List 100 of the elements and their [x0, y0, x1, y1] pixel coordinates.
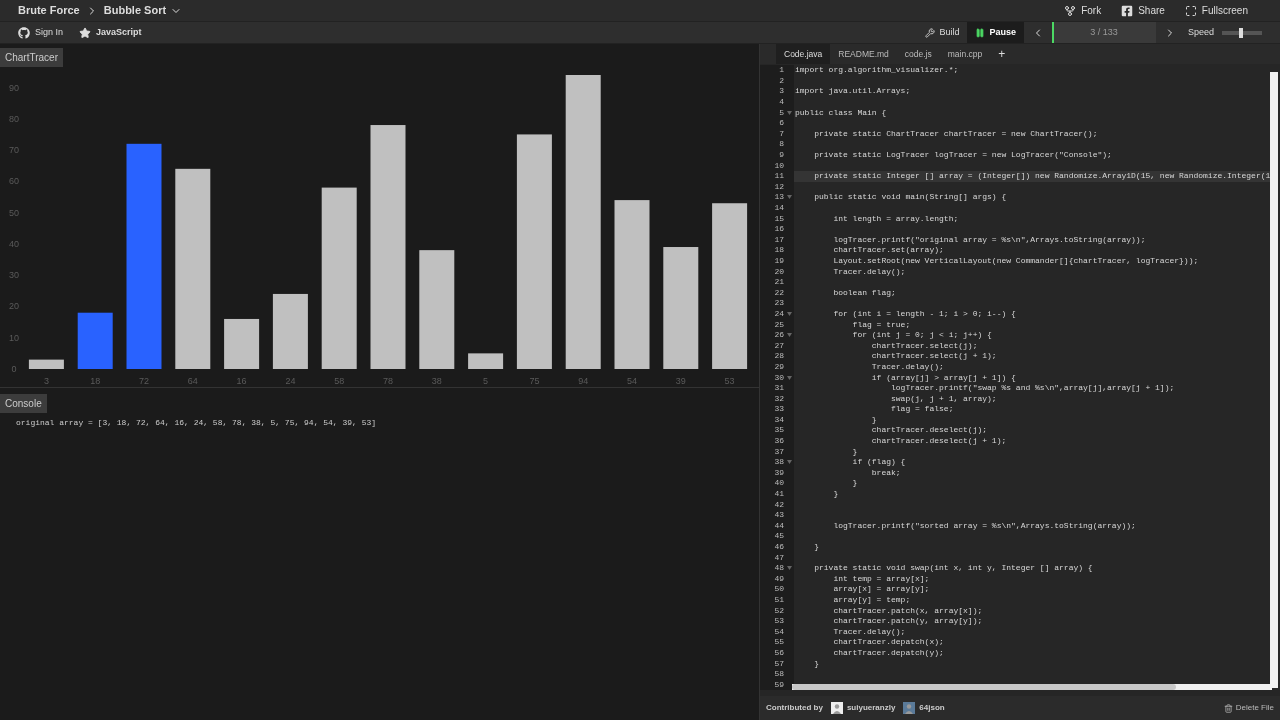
add-tab-button[interactable]: +	[990, 44, 1014, 64]
line-number: 56	[773, 646, 784, 659]
contributed-label: Contributed by	[766, 702, 823, 714]
code-line: chartTracer.select(j + 1);	[870, 350, 997, 363]
line-number: 37	[773, 445, 784, 458]
header-action-button[interactable]: Fullscreen	[1184, 3, 1248, 18]
contributor-link[interactable]: suiyueranzly	[830, 702, 896, 714]
line-number: 14	[773, 202, 784, 214]
code-line: logTracer.printf("original array = %s\n",Arrays.toString(array));	[832, 233, 1146, 246]
file-tab[interactable]: main.cpp	[939, 44, 991, 64]
fold-caret-icon[interactable]	[786, 566, 792, 571]
line-number: 31	[773, 382, 784, 395]
line-number: 25	[773, 318, 784, 331]
build-button[interactable]: Build	[917, 22, 968, 43]
line-number: 21	[773, 276, 784, 289]
line-number: 34	[773, 413, 784, 426]
code-line: }	[813, 657, 819, 670]
console-line: original array = [3, 18, 72, 64, 16, 24, 58, 78, 38, 5, 75, 94, 54, 39, 53]	[16, 417, 378, 429]
line-number: 24	[773, 307, 784, 320]
fold-caret-icon[interactable]	[786, 333, 792, 338]
x-tick-label: 5	[483, 376, 489, 386]
line-number: 47	[773, 551, 784, 564]
line-number: 40	[773, 477, 784, 490]
line-number: 13	[773, 191, 784, 204]
code-line: public static void main(String[] args) {	[813, 191, 1007, 204]
line-number: 2	[778, 74, 784, 87]
header-action-button[interactable]: Fork	[1064, 3, 1102, 18]
line-number: 6	[778, 117, 784, 130]
horizontal-scrollbar[interactable]	[792, 684, 1272, 690]
code-line: array[y] = temp;	[832, 594, 911, 606]
line-number: 5	[778, 106, 784, 119]
progress-label: 3 / 133	[1090, 25, 1118, 39]
pause-button[interactable]: Pause	[967, 22, 1024, 43]
panel-title: Console	[0, 394, 47, 413]
code-line: boolean flag;	[832, 286, 896, 299]
x-tick-label: 58	[334, 376, 345, 386]
line-number: 28	[773, 350, 784, 363]
code-line: chartTracer.set(array);	[832, 244, 944, 257]
star-icon	[79, 26, 92, 39]
code-line: chartTracer.patch(x, array[x]);	[832, 604, 983, 617]
line-number: 22	[773, 286, 784, 299]
line-number: 58	[773, 668, 784, 681]
code-line: chartTracer.deselect(j + 1);	[870, 435, 1007, 448]
fold-caret-icon[interactable]	[786, 195, 792, 200]
code-line: flag = false;	[890, 403, 954, 416]
line-number: 7	[778, 127, 784, 140]
code-line: private static LogTracer logTracer = new LogTracer("Console");	[813, 149, 1112, 162]
code-line: private static ChartTracer chartTracer = new ChartTracer();	[813, 127, 1098, 140]
progress-track[interactable]: 3 / 133	[1051, 22, 1156, 43]
code-line: private static void swap(int x, int y, Integer [] array) {	[813, 562, 1093, 575]
line-number: 59	[773, 678, 784, 691]
line-number: 18	[773, 244, 784, 257]
facebook-icon	[1121, 4, 1134, 17]
toolbar-button[interactable]: JavaScript	[79, 25, 142, 40]
breadcrumb-item[interactable]: Brute Force	[18, 2, 80, 19]
x-tick-label: 24	[285, 376, 296, 386]
x-tick-label: 75	[529, 376, 540, 386]
code-line: for (int j = 0; j < i; j++) {	[851, 329, 992, 342]
code-line: array[x] = array[y];	[832, 583, 930, 596]
file-tab[interactable]: code.js	[896, 44, 940, 64]
contributor-link[interactable]: 64json	[903, 702, 945, 714]
breadcrumb-item[interactable]: Bubble Sort	[103, 2, 167, 19]
slider-thumb[interactable]	[1239, 27, 1244, 38]
code-line: logTracer.printf("sorted array = %s\n",Arrays.toString(array));	[832, 519, 1136, 532]
line-number: 36	[773, 435, 784, 448]
fold-caret-icon[interactable]	[786, 460, 792, 465]
line-number: 8	[778, 138, 784, 151]
x-tick-label: 94	[578, 376, 589, 386]
line-number: 26	[773, 329, 784, 342]
header-action-button[interactable]: Share	[1121, 3, 1165, 18]
line-number: 41	[773, 488, 784, 501]
panel-title: ChartTracer	[0, 48, 63, 67]
line-number: 1	[778, 64, 784, 77]
code-line: Tracer.delay();	[832, 265, 906, 278]
line-number: 11	[773, 170, 784, 183]
line-number: 29	[773, 360, 784, 373]
line-number: 30	[773, 371, 784, 384]
fold-caret-icon[interactable]	[786, 375, 792, 380]
toolbar-button[interactable]: Sign In	[18, 25, 64, 40]
code-line: chartTracer.patch(y, array[y]);	[832, 615, 983, 628]
fold-caret-icon[interactable]	[786, 110, 792, 115]
file-tab[interactable]: Code.java	[776, 44, 831, 64]
code-line: chartTracer.depatch(x);	[832, 636, 944, 649]
line-number: 20	[773, 265, 784, 278]
vertical-scrollbar[interactable]	[1270, 72, 1278, 688]
line-number: 54	[773, 625, 784, 638]
file-tab[interactable]: README.md	[830, 44, 897, 64]
code-line: chartTracer.select(j);	[870, 339, 978, 352]
fold-caret-icon[interactable]	[786, 311, 792, 316]
code-line: }	[851, 445, 858, 458]
line-number: 27	[773, 339, 784, 352]
pause-icon	[975, 27, 986, 38]
code-line: flag = true;	[851, 318, 911, 331]
line-number: 15	[773, 212, 784, 225]
delete-file-button[interactable]: Delete File	[1223, 702, 1274, 714]
line-number: 39	[773, 466, 784, 479]
line-number: 51	[773, 594, 784, 606]
y-tick-label: 50	[9, 207, 19, 218]
code-line: import org.algorithm_visualizer.*;	[794, 64, 959, 77]
speed-slider[interactable]	[1222, 30, 1262, 35]
